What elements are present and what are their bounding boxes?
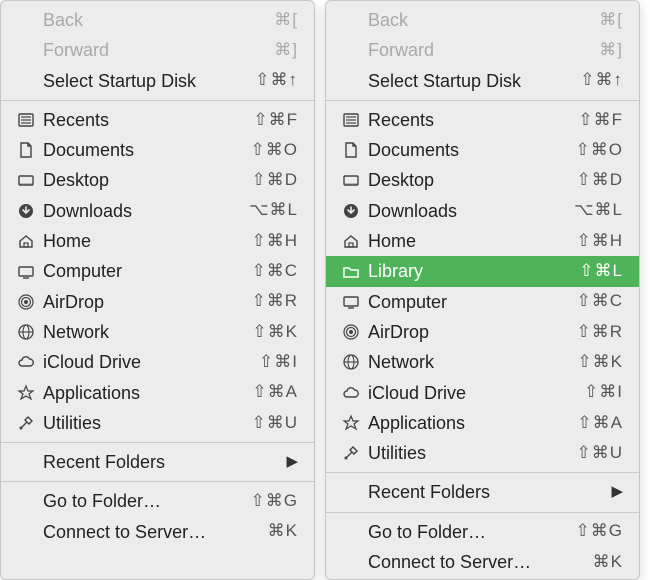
menu-computer[interactable]: Computer⇧⌘C (326, 287, 639, 317)
menu-downloads[interactable]: Downloads⌥⌘L (1, 196, 314, 226)
menu-back: Back⌘[ (1, 5, 314, 35)
menu-computer[interactable]: Computer⇧⌘C (1, 256, 314, 286)
menu-home[interactable]: Home⇧⌘H (1, 226, 314, 256)
menu-downloads[interactable]: Downloads⌥⌘L (326, 196, 639, 226)
menu-library[interactable]: Library⇧⌘L (326, 256, 639, 286)
menu-utilities[interactable]: Utilities⇧⌘U (1, 408, 314, 438)
go-menu-right: Back⌘[ Forward⌘] Select Startup Disk⇧⌘↑ … (325, 0, 640, 580)
menu-back: Back⌘[ (326, 5, 639, 35)
home-icon (340, 232, 362, 250)
menu-forward: Forward⌘] (1, 35, 314, 65)
separator (326, 512, 639, 513)
separator (1, 100, 314, 101)
menu-recents[interactable]: Recents⇧⌘F (326, 105, 639, 135)
submenu-arrow-icon: ▶ (286, 452, 298, 472)
menu-icloud[interactable]: iCloud Drive⇧⌘I (1, 347, 314, 377)
menu-network[interactable]: Network⇧⌘K (1, 317, 314, 347)
menu-desktop[interactable]: Desktop⇧⌘D (326, 165, 639, 195)
menu-applications[interactable]: Applications⇧⌘A (1, 378, 314, 408)
applications-icon (340, 414, 362, 432)
airdrop-icon (340, 323, 362, 341)
menu-connect-to-server[interactable]: Connect to Server…⌘K (326, 547, 639, 577)
menu-recent-folders[interactable]: Recent Folders▶ (1, 447, 314, 477)
separator (1, 442, 314, 443)
network-icon (340, 353, 362, 371)
menu-startup-disk[interactable]: Select Startup Disk⇧⌘↑ (1, 66, 314, 96)
home-icon (15, 232, 37, 250)
separator (326, 100, 639, 101)
applications-icon (15, 384, 37, 402)
desktop-icon (15, 172, 37, 190)
menu-startup-disk[interactable]: Select Startup Disk⇧⌘↑ (326, 66, 639, 96)
airdrop-icon (15, 293, 37, 311)
submenu-arrow-icon: ▶ (611, 482, 623, 502)
menu-applications[interactable]: Applications⇧⌘A (326, 408, 639, 438)
menu-airdrop[interactable]: AirDrop⇧⌘R (326, 317, 639, 347)
menu-documents[interactable]: Documents⇧⌘O (1, 135, 314, 165)
documents-icon (340, 141, 362, 159)
menu-airdrop[interactable]: AirDrop⇧⌘R (1, 287, 314, 317)
library-folder-icon (340, 263, 362, 281)
utilities-icon (340, 444, 362, 462)
computer-icon (340, 293, 362, 311)
menu-desktop[interactable]: Desktop⇧⌘D (1, 165, 314, 195)
menu-documents[interactable]: Documents⇧⌘O (326, 135, 639, 165)
go-menu-left: Back⌘[ Forward⌘] Select Startup Disk⇧⌘↑ … (0, 0, 315, 580)
menu-go-to-folder[interactable]: Go to Folder…⇧⌘G (1, 486, 314, 516)
recents-icon (340, 111, 362, 129)
menu-network[interactable]: Network⇧⌘K (326, 347, 639, 377)
menu-home[interactable]: Home⇧⌘H (326, 226, 639, 256)
separator (1, 481, 314, 482)
menu-forward: Forward⌘] (326, 35, 639, 65)
menu-connect-to-server[interactable]: Connect to Server…⌘K (1, 517, 314, 547)
menu-recent-folders[interactable]: Recent Folders▶ (326, 477, 639, 507)
menu-icloud[interactable]: iCloud Drive⇧⌘I (326, 378, 639, 408)
downloads-icon (15, 202, 37, 220)
menu-recents[interactable]: Recents⇧⌘F (1, 105, 314, 135)
utilities-icon (15, 414, 37, 432)
menu-go-to-folder[interactable]: Go to Folder…⇧⌘G (326, 517, 639, 547)
separator (326, 472, 639, 473)
downloads-icon (340, 202, 362, 220)
documents-icon (15, 141, 37, 159)
icloud-icon (15, 353, 37, 371)
menu-utilities[interactable]: Utilities⇧⌘U (326, 438, 639, 468)
icloud-icon (340, 384, 362, 402)
recents-icon (15, 111, 37, 129)
desktop-icon (340, 172, 362, 190)
computer-icon (15, 263, 37, 281)
network-icon (15, 323, 37, 341)
